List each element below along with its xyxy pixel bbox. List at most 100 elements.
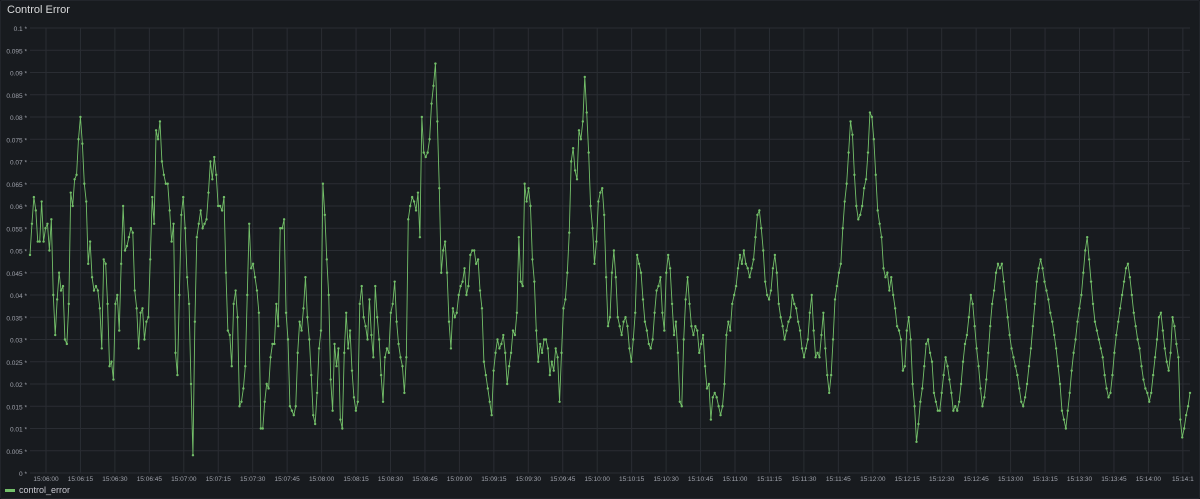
data-point xyxy=(571,146,575,150)
data-point xyxy=(473,249,476,252)
data-point xyxy=(1008,333,1011,337)
data-point xyxy=(791,293,794,297)
data-point xyxy=(775,271,779,274)
data-point xyxy=(1165,360,1168,363)
data-point xyxy=(1072,351,1075,355)
data-point xyxy=(1177,356,1180,359)
data-point xyxy=(329,378,332,381)
data-point xyxy=(1105,387,1108,390)
x-tick-label: 15:10:45 xyxy=(688,476,714,483)
x-tick-label: 15:11:45 xyxy=(826,476,851,483)
data-point xyxy=(185,276,189,279)
data-point xyxy=(500,342,503,346)
data-point xyxy=(829,373,833,377)
data-point xyxy=(348,329,352,332)
data-point xyxy=(139,311,142,314)
data-point xyxy=(531,258,534,261)
data-point xyxy=(672,333,676,337)
data-point xyxy=(490,413,493,417)
data-point xyxy=(352,396,356,399)
data-point xyxy=(727,320,730,323)
data-point xyxy=(618,324,621,328)
data-point xyxy=(343,351,346,355)
data-point xyxy=(614,276,618,279)
y-tick-label: 0.05 * xyxy=(10,249,27,256)
data-point xyxy=(835,284,839,288)
data-point xyxy=(308,338,311,341)
data-point xyxy=(1025,382,1029,386)
data-point xyxy=(248,222,251,225)
x-tick-label: 15:09:45 xyxy=(550,476,576,483)
data-point xyxy=(284,311,288,314)
data-point xyxy=(1138,347,1141,350)
data-point xyxy=(77,138,80,141)
data-point xyxy=(197,222,200,225)
data-point xyxy=(81,142,84,145)
data-point xyxy=(680,405,683,408)
data-point xyxy=(317,347,321,350)
data-point xyxy=(822,311,825,314)
data-point xyxy=(895,324,899,328)
legend-label: control_error xyxy=(19,485,71,495)
data-point xyxy=(948,378,951,381)
data-point xyxy=(176,373,179,377)
data-point xyxy=(564,298,567,301)
data-point xyxy=(492,369,495,372)
data-point xyxy=(513,333,517,337)
data-point xyxy=(1000,262,1004,266)
data-point xyxy=(899,338,903,341)
data-point xyxy=(494,351,497,355)
data-point xyxy=(833,298,837,301)
data-point xyxy=(98,307,102,310)
data-point xyxy=(118,329,121,332)
data-point xyxy=(1037,267,1040,270)
data-point xyxy=(919,400,922,403)
data-point xyxy=(913,405,916,408)
data-point xyxy=(1140,365,1143,368)
data-point xyxy=(967,316,971,319)
data-point xyxy=(354,409,358,412)
x-tick-label: 15:08:00 xyxy=(309,476,335,483)
data-point xyxy=(828,391,831,395)
data-point xyxy=(321,182,325,185)
data-point xyxy=(992,289,996,292)
data-point xyxy=(30,222,34,225)
data-point xyxy=(1027,365,1031,368)
data-point xyxy=(698,351,701,355)
data-point xyxy=(149,258,152,261)
data-point xyxy=(401,365,404,368)
data-point xyxy=(711,396,715,399)
data-point xyxy=(645,329,649,332)
data-point xyxy=(684,298,687,301)
data-point xyxy=(804,347,808,350)
data-point xyxy=(1033,302,1037,306)
data-point xyxy=(482,360,486,363)
data-point xyxy=(626,324,629,328)
data-point xyxy=(634,311,637,314)
data-point xyxy=(453,316,457,319)
data-point xyxy=(158,120,162,123)
data-point xyxy=(1082,271,1085,274)
data-point xyxy=(719,413,722,417)
legend[interactable]: control_error xyxy=(5,485,70,495)
data-point xyxy=(622,320,625,323)
y-tick-label: 0.045 * xyxy=(6,271,27,278)
data-point xyxy=(381,400,385,403)
data-point xyxy=(575,178,579,181)
data-point xyxy=(954,405,957,408)
data-point xyxy=(403,391,406,395)
data-point xyxy=(678,400,682,403)
data-point xyxy=(370,333,373,337)
data-point xyxy=(769,289,773,292)
y-tick-label: 0.06 * xyxy=(10,204,27,211)
data-point xyxy=(851,133,854,136)
data-point xyxy=(1029,347,1033,350)
data-point xyxy=(125,244,129,248)
data-point xyxy=(519,280,522,283)
data-point xyxy=(632,338,635,341)
data-point xyxy=(1136,338,1139,341)
x-tick-label: 15:12:15 xyxy=(895,476,921,483)
data-point xyxy=(911,382,914,386)
data-point xyxy=(1047,298,1050,301)
data-point xyxy=(277,324,280,328)
